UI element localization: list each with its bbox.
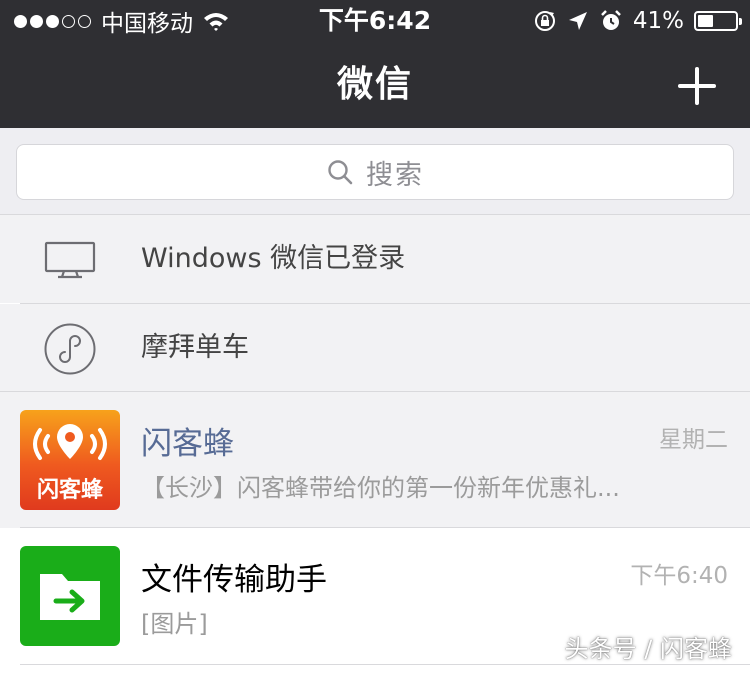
avatar xyxy=(20,546,120,646)
watermark: 头条号 / 闪客蜂 xyxy=(564,635,732,663)
alarm-icon xyxy=(600,10,621,30)
add-button[interactable] xyxy=(678,67,716,105)
battery-level xyxy=(698,15,713,27)
row-divider xyxy=(20,664,750,665)
nav-bar: 微信 xyxy=(0,42,750,128)
page-title: 微信 xyxy=(336,64,413,105)
avatar: 闪客蜂 xyxy=(20,410,120,510)
search-input[interactable]: 搜索 xyxy=(16,144,734,200)
avatar-logo-text: 闪客蜂 xyxy=(36,478,103,503)
monitor-icon xyxy=(44,241,96,279)
chat-preview: 【长沙】闪客蜂带给你的第一份新年优惠礼... xyxy=(141,474,620,502)
chat-name: 闪客蜂 xyxy=(141,426,234,462)
mini-program-label: 摩拜单车 xyxy=(141,332,249,363)
windows-login-label: Windows 微信已登录 xyxy=(141,243,406,274)
chat-row-shankefeng[interactable]: 闪客蜂 闪客蜂 星期二 【长沙】闪客蜂带给你的第一份新年优惠礼... xyxy=(0,392,750,528)
rotation-lock-icon xyxy=(534,11,555,31)
folder-arrow-icon xyxy=(40,574,100,620)
location-arrow-icon xyxy=(568,12,587,30)
battery-icon xyxy=(694,11,742,31)
search-area: 搜索 xyxy=(0,128,750,215)
battery-percentage: 41% xyxy=(632,8,684,34)
mini-program-icon xyxy=(44,323,96,375)
windows-login-row[interactable]: Windows 微信已登录 xyxy=(0,215,750,303)
chat-time: 下午6:40 xyxy=(630,563,728,589)
status-right: 41% xyxy=(533,4,742,38)
mini-program-row[interactable]: 摩拜单车 xyxy=(0,304,750,392)
chat-time: 星期二 xyxy=(659,427,728,453)
search-placeholder: 搜索 xyxy=(366,159,424,191)
chat-name: 文件传输助手 xyxy=(141,562,327,598)
search-icon xyxy=(328,160,353,185)
status-bar: 中国移动 下午6:42 41% xyxy=(0,0,750,42)
